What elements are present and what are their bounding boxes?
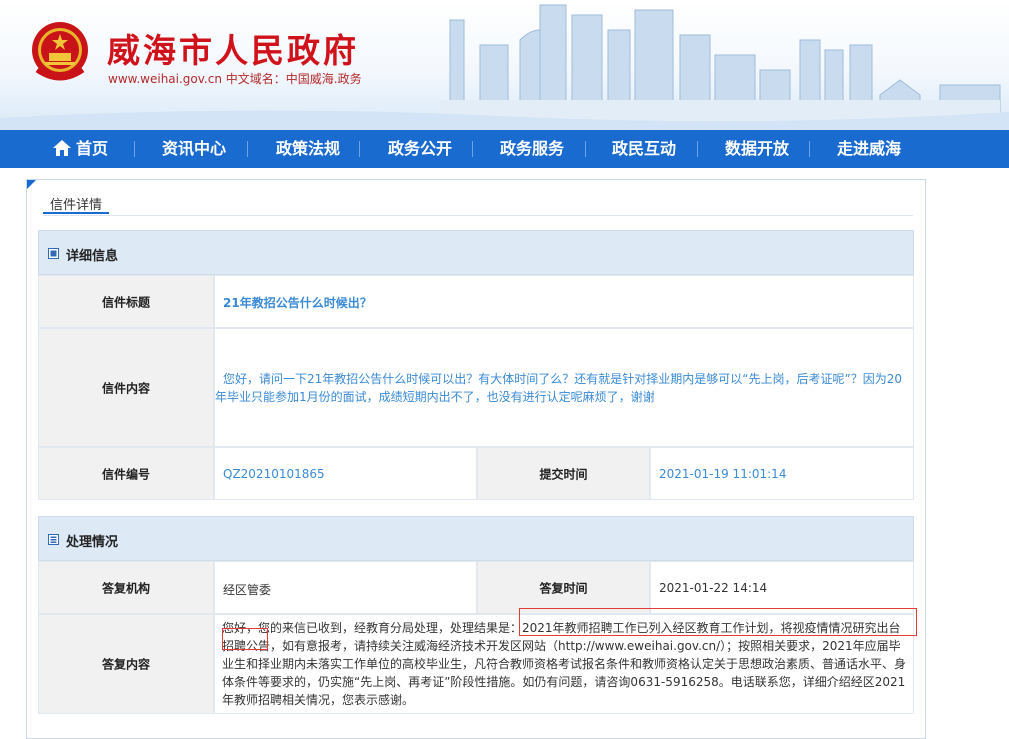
reply-time-value: 2021-01-22 14:14	[659, 581, 768, 595]
nav-item-home[interactable]: 首页	[52, 130, 108, 168]
reply-time-value-cell: 2021-01-22 14:14	[650, 561, 914, 614]
nav-item-about-weihai[interactable]: 走进威海	[837, 130, 901, 168]
content-label: 信件内容	[101, 381, 150, 395]
number-value: QZ20210101865	[223, 467, 325, 481]
nav-item-policy[interactable]: 政策法规	[276, 130, 340, 168]
nav-separator	[359, 141, 360, 157]
submit-time-label-cell: 提交时间	[477, 447, 650, 500]
details-square-icon	[48, 248, 59, 259]
handling-section-title: 处理情况	[66, 535, 119, 550]
tab-divider	[43, 215, 913, 216]
reply-label-cell: 答复内容	[38, 614, 214, 714]
reply-time-label-cell: 答复时间	[477, 561, 650, 614]
org-value: 经区管委	[223, 583, 272, 597]
site-header: 威海市人民政府 www.weihai.gov.cn 中文域名：中国威海.政务	[0, 0, 1009, 130]
nav-item-news[interactable]: 资讯中心	[162, 130, 226, 168]
nav-item-gov-affairs-public[interactable]: 政务公开	[388, 130, 452, 168]
details-section-title: 详细信息	[66, 249, 119, 264]
content-value: 您好，请问一下21年教招公告什么时候可以出？有大体时间了么？还有就是针对择业期内…	[215, 372, 902, 404]
corner-marker	[27, 180, 36, 189]
nav-separator	[134, 141, 135, 157]
tab-letter-detail[interactable]: 信件详情	[43, 194, 110, 214]
reply-label: 答复内容	[101, 657, 150, 672]
content-value-cell: 您好，请问一下21年教招公告什么时候可以出？有大体时间了么？还有就是针对择业期内…	[214, 328, 914, 447]
site-url: www.weihai.gov.cn 中文域名：中国威海.政务	[108, 72, 362, 86]
number-label: 信件编号	[101, 467, 150, 481]
national-emblem-icon	[32, 22, 88, 81]
subject-label: 信件标题	[101, 295, 150, 309]
handling-list-icon	[48, 534, 59, 545]
nav-separator	[585, 141, 586, 157]
subject-value: 21年教招公告什么时候出？	[223, 296, 372, 310]
submit-time-value: 2021-01-19 11:01:14	[659, 467, 787, 481]
reply-value: 您好，您的来信已收到，经教育分局处理，处理结果是：2021年教师招聘工作已列入经…	[222, 621, 907, 707]
submit-time-label: 提交时间	[539, 467, 588, 481]
handling-section-header: 处理情况	[38, 516, 914, 561]
number-label-cell: 信件编号	[38, 447, 214, 500]
nav-separator	[472, 141, 473, 157]
org-label: 答复机构	[101, 581, 150, 595]
nav-item-interaction[interactable]: 政民互动	[612, 130, 676, 168]
nav-item-gov-services[interactable]: 政务服务	[500, 130, 564, 168]
nav-item-home-label: 首页	[76, 139, 109, 158]
submit-time-value-cell: 2021-01-19 11:01:14	[650, 447, 914, 500]
nav-item-open-data[interactable]: 数据开放	[725, 130, 789, 168]
reply-time-label: 答复时间	[539, 581, 588, 595]
site-title[interactable]: 威海市人民政府	[107, 24, 359, 72]
nav-separator	[247, 141, 248, 157]
number-value-cell: QZ20210101865	[214, 447, 477, 500]
details-section-header: 详细信息	[38, 230, 914, 275]
nav-separator	[697, 141, 698, 157]
org-label-cell: 答复机构	[38, 561, 214, 614]
content-label-cell: 信件内容	[38, 328, 214, 447]
letter-detail-panel: 信件详情 详细信息 信件标题 21年教招公告什么时候出？ 信件内容 您好，请问一…	[26, 179, 926, 739]
reply-value-cell: 您好，您的来信已收到，经教育分局处理，处理结果是：2021年教师招聘工作已列入经…	[214, 614, 914, 714]
nav-separator	[809, 141, 810, 157]
org-value-cell: 经区管委	[214, 561, 477, 614]
home-icon	[53, 140, 71, 156]
header-wave-decoration	[0, 110, 1009, 130]
subject-value-cell: 21年教招公告什么时候出？	[214, 275, 914, 328]
main-nav: 首页 资讯中心 政策法规 政务公开 政务服务 政民互动 数据开放 走进威海	[0, 130, 1009, 168]
subject-label-cell: 信件标题	[38, 275, 214, 328]
